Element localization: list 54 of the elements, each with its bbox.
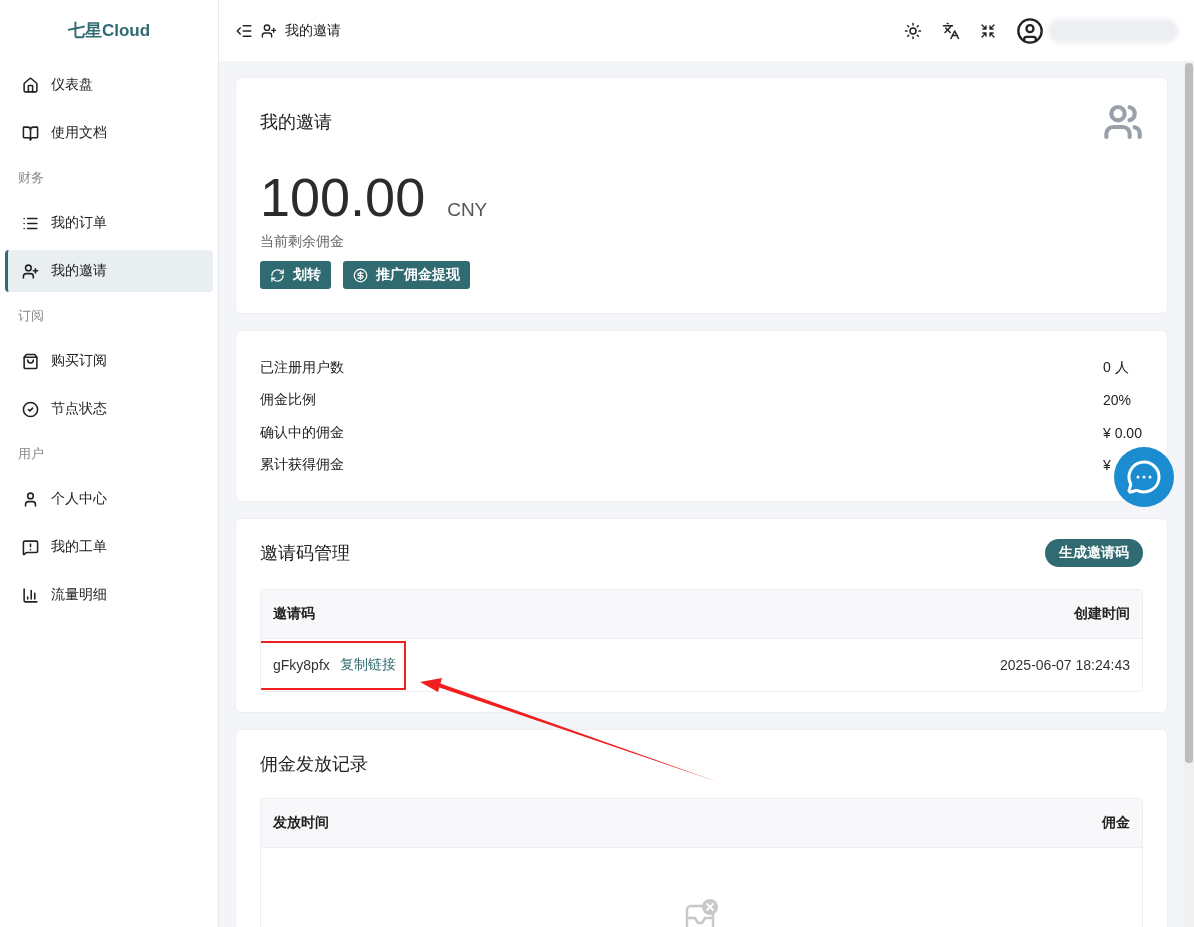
stat-label: 确认中的佣金 [260,423,344,442]
nav-item[interactable]: 购买订阅 [5,340,213,382]
nav-item[interactable]: 我的工单 [5,526,213,568]
coin-icon [353,267,368,283]
refresh-icon [270,267,285,283]
fullscreen-icon[interactable] [980,22,996,39]
currency: CNY [447,200,488,221]
brand-logo: 七星Cloud [66,20,152,42]
created-time: 2025-06-07 18:24:43 [1000,657,1130,674]
chat-icon [1126,459,1162,495]
breadcrumb: 我的邀请 [285,21,341,40]
nav-icon [22,400,39,418]
nav-icon [22,538,39,556]
nav-item[interactable]: 流量明细 [5,574,213,616]
scrollbar[interactable] [1184,61,1194,927]
copy-link[interactable]: 复制链接 [339,656,396,675]
avatar-icon[interactable] [1016,16,1044,45]
theme-icon[interactable] [904,21,922,40]
stat-label: 已注册用户数 [260,358,344,377]
nav-section-label: 财务 [17,169,45,187]
column-header: 创建时间 [1074,605,1130,624]
card-title: 我的邀请 [260,111,332,134]
nav-item[interactable]: 使用文档 [5,112,213,154]
stat-value: 0 人 [1103,358,1130,377]
card-title: 佣金发放记录 [260,753,369,777]
nav-section-label: 用户 [17,445,45,463]
language-icon[interactable] [942,21,960,40]
action-button[interactable]: 推广佣金提现 [343,261,470,290]
balance-amount: 100.00 [260,168,426,228]
card-title: 邀请码管理 [260,542,350,566]
stat-label: 佣金比例 [260,391,316,410]
column-header: 发放时间 [273,814,329,833]
invite-code: gFky8pfx [273,657,330,674]
action-button[interactable]: 划转 [260,261,331,290]
nav-item[interactable]: 我的订单 [5,202,213,244]
nav-icon [22,490,39,508]
nav-item[interactable]: 仪表盘 [5,64,213,106]
stat-value: 20% [1103,392,1133,409]
column-header: 邀请码 [273,605,315,624]
stat-value: ¥ [1103,457,1112,474]
nav-section-label: 订阅 [17,307,45,325]
nav-icon [22,262,39,280]
nav-icon [22,76,39,94]
nav-item[interactable]: 节点状态 [5,388,213,430]
nav-item[interactable]: 我的邀请 [5,250,213,292]
stat-value: ¥ 0.00 [1103,424,1143,441]
nav-icon [22,124,39,142]
nav-icon [22,586,39,604]
nav-item[interactable]: 个人中心 [5,478,213,520]
column-header: 佣金 [1102,814,1130,833]
stat-label: 累计获得佣金 [260,456,344,475]
balance-caption: 当前剩余佣金 [260,233,345,252]
nav-icon [22,352,39,370]
generate-code-button[interactable]: 生成邀请码 [1045,539,1143,568]
